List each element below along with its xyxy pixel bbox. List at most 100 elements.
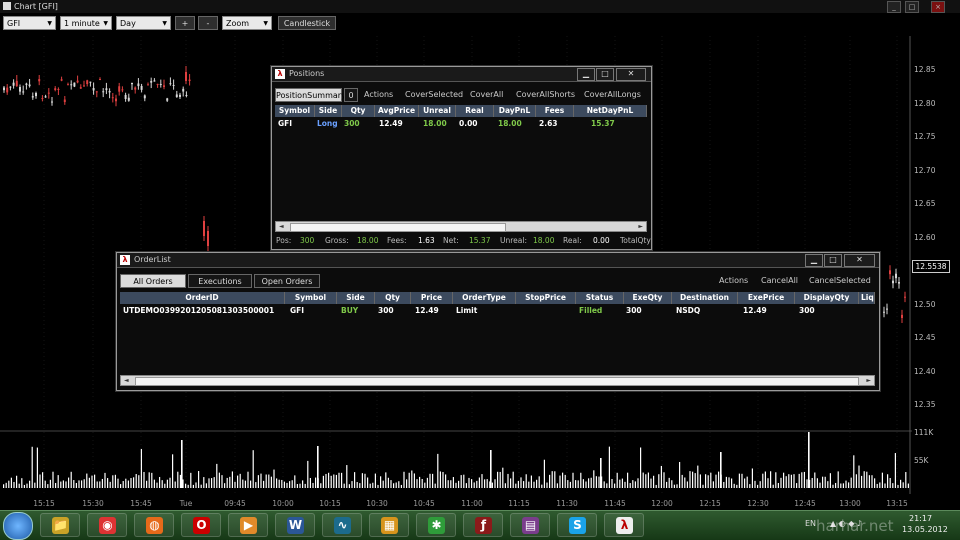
actions-menu[interactable]: Actions <box>364 88 393 102</box>
tab-executions[interactable]: Executions <box>188 274 252 288</box>
volume-bar <box>681 474 683 488</box>
clock-time[interactable]: 21:17 <box>909 514 932 523</box>
cover-all-button[interactable]: CoverAll <box>470 88 503 102</box>
column-header-avgprice[interactable]: AvgPrice <box>375 105 419 117</box>
volume-bar <box>127 480 129 488</box>
column-header-daypnl[interactable]: DayPnL <box>494 105 536 117</box>
taskbar-app-lightspeed[interactable]: λ <box>604 513 644 537</box>
taskbar-app-skype[interactable]: S <box>557 513 597 537</box>
volume-bar <box>699 474 701 488</box>
cancel-all-button[interactable]: CancelAll <box>761 274 798 288</box>
minimize-button[interactable]: ▁ <box>577 68 595 81</box>
range-dropdown[interactable]: Day ▼ <box>116 16 171 30</box>
scrollbar-thumb[interactable] <box>135 377 859 386</box>
tab-position-summary[interactable]: PositionSummary <box>275 88 346 102</box>
column-header-ordertype[interactable]: OrderType <box>453 292 516 304</box>
column-header-symbol[interactable]: Symbol <box>285 292 337 304</box>
volume-bar <box>780 477 782 488</box>
start-button[interactable] <box>3 512 33 540</box>
column-header-qty[interactable]: Qty <box>342 105 375 117</box>
close-button[interactable]: × <box>931 1 945 13</box>
cell-exeprice: 12.49 <box>743 306 767 315</box>
price-tick-label: 12.45 <box>914 333 936 342</box>
horizontal-scrollbar[interactable]: ◄ ► <box>120 375 875 386</box>
taskbar-app-word[interactable]: W <box>275 513 315 537</box>
tab-open-orders[interactable]: Open Orders <box>254 274 320 288</box>
column-header-price[interactable]: Price <box>411 292 453 304</box>
restore-button[interactable]: □ <box>905 1 919 13</box>
volume-bar <box>229 476 231 488</box>
column-header-stopprice[interactable]: StopPrice <box>516 292 576 304</box>
tab-all-orders[interactable]: All Orders <box>120 274 186 288</box>
close-button[interactable]: ✕ <box>616 68 646 81</box>
column-header-status[interactable]: Status <box>576 292 624 304</box>
minimize-button[interactable]: ▁ <box>805 254 823 267</box>
column-header-displayqty[interactable]: DisplayQty <box>795 292 859 304</box>
column-header-exeqty[interactable]: ExeQty <box>624 292 672 304</box>
volume-bar <box>8 480 10 488</box>
volume-bar <box>874 478 876 488</box>
taskbar-app-explorer[interactable]: 📁 <box>40 513 80 537</box>
column-header-real[interactable]: Real <box>456 105 494 117</box>
column-header-symbol[interactable]: Symbol <box>275 105 315 117</box>
column-header-liq[interactable]: Liq <box>859 292 875 304</box>
clock-date[interactable]: 13.05.2012 <box>902 525 948 534</box>
scroll-left-icon[interactable]: ◄ <box>279 222 284 231</box>
taskbar-app-winrar[interactable]: ▤ <box>510 513 550 537</box>
scrollbar-thumb[interactable] <box>290 223 506 232</box>
table-row[interactable]: UTDEMO0399201205081303500001 GFI BUY 300… <box>120 305 875 317</box>
positions-title-bar[interactable]: λ Positions ▁ □ ✕ <box>272 67 651 82</box>
maximize-button[interactable]: □ <box>596 68 614 81</box>
column-header-orderid[interactable]: OrderID <box>120 292 285 304</box>
zoom-in-button[interactable]: + <box>175 16 195 30</box>
column-header-destination[interactable]: Destination <box>672 292 738 304</box>
close-button[interactable]: ✕ <box>844 254 875 267</box>
column-header-side[interactable]: Side <box>315 105 342 117</box>
candle-body <box>76 80 79 83</box>
volume-bar <box>411 470 413 488</box>
volume-bar <box>712 481 714 488</box>
lang-indicator[interactable]: EN <box>805 519 816 528</box>
taskbar-app-flash-app[interactable]: ƒ <box>463 513 503 537</box>
symbol-dropdown[interactable]: GFI ▼ <box>3 16 56 30</box>
maximize-button[interactable]: □ <box>824 254 842 267</box>
taskbar-app-charts-app[interactable]: ✱ <box>416 513 456 537</box>
volume-bar <box>29 480 31 488</box>
horizontal-scrollbar[interactable]: ◄ ► <box>275 221 647 232</box>
column-header-unreal[interactable]: Unreal <box>419 105 456 117</box>
candle-body <box>111 97 114 99</box>
actions-menu[interactable]: Actions <box>719 274 748 288</box>
scroll-left-icon[interactable]: ◄ <box>124 376 129 385</box>
scroll-right-icon[interactable]: ► <box>638 222 643 231</box>
cancel-selected-button[interactable]: CancelSelected <box>809 274 871 288</box>
cover-all-shorts-button[interactable]: CoverAllShorts <box>516 88 575 102</box>
volume-bar <box>57 475 59 488</box>
column-header-exeprice[interactable]: ExePrice <box>738 292 795 304</box>
volume-bar <box>403 471 405 488</box>
volume-bar <box>673 484 675 488</box>
cover-all-longs-button[interactable]: CoverAllLongs <box>584 88 641 102</box>
tab-0[interactable]: 0 <box>344 88 358 102</box>
orderlist-title-bar[interactable]: λ OrderList ▁ □ ✕ <box>117 253 879 268</box>
taskbar-app-windows-app[interactable]: ▦ <box>369 513 409 537</box>
table-row[interactable]: GFI Long 300 12.49 18.00 0.00 18.00 2.63… <box>275 118 647 130</box>
column-header-side[interactable]: Side <box>337 292 375 304</box>
cover-selected-button[interactable]: CoverSelected <box>405 88 463 102</box>
taskbar-app-trading-app[interactable]: ∿ <box>322 513 362 537</box>
candle-body <box>118 86 121 92</box>
taskbar-app-chrome[interactable]: ◉ <box>87 513 127 537</box>
interval-dropdown[interactable]: 1 minute ▼ <box>60 16 112 30</box>
volume-bar <box>328 472 330 488</box>
column-header-fees[interactable]: Fees <box>536 105 574 117</box>
taskbar-app-media-player[interactable]: ▶ <box>228 513 268 537</box>
column-header-qty[interactable]: Qty <box>375 292 411 304</box>
minimize-button[interactable]: _ <box>887 1 901 13</box>
chart-type-button[interactable]: Candlestick <box>278 16 336 30</box>
taskbar-app-firefox[interactable]: ◍ <box>134 513 174 537</box>
volume-bar <box>520 477 522 488</box>
taskbar-app-opera[interactable]: O <box>181 513 221 537</box>
zoom-dropdown[interactable]: Zoom ▼ <box>222 16 272 30</box>
zoom-out-button[interactable]: - <box>198 16 218 30</box>
column-header-netdaypnl[interactable]: NetDayPnL <box>574 105 647 117</box>
scroll-right-icon[interactable]: ► <box>866 376 871 385</box>
